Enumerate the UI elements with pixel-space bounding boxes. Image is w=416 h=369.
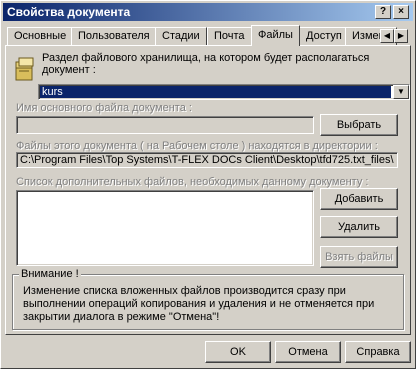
main-file-label: Имя основного файла документа : <box>16 102 192 114</box>
window-title: Свойства документа <box>7 5 131 19</box>
tab-access[interactable]: Доступ <box>299 27 349 45</box>
tab-mail[interactable]: Почта <box>207 27 252 45</box>
additional-files-label: Список дополнительных файлов, необходимы… <box>16 176 369 188</box>
tab-scroll-left-icon[interactable]: ◀ <box>380 29 394 43</box>
close-icon[interactable]: × <box>393 5 409 19</box>
add-file-button[interactable]: Добавить <box>320 188 398 210</box>
ok-button[interactable]: OK <box>205 341 271 363</box>
storage-selected-value: kurs <box>40 86 391 98</box>
folder-icon <box>15 57 34 81</box>
additional-files-list[interactable] <box>16 190 314 266</box>
tab-user[interactable]: Пользователя <box>71 27 157 45</box>
main-file-field <box>16 116 314 134</box>
tab-main[interactable]: Основные <box>7 27 74 45</box>
directory-path: C:\Program Files\Top Systems\T-FLEX DOCs… <box>20 154 394 166</box>
help-icon[interactable]: ? <box>375 5 391 19</box>
tab-stages[interactable]: Стадии <box>155 27 207 45</box>
browse-button[interactable]: Выбрать <box>320 114 398 136</box>
warning-text: Изменение списка вложенных файлов произв… <box>23 285 375 323</box>
cancel-button[interactable]: Отмена <box>275 341 341 363</box>
tab-strip: Основные Пользователя Стадии Почта Файлы… <box>5 25 409 46</box>
properties-dialog: Свойства документа ? × Основные Пользова… <box>0 0 416 369</box>
storage-select[interactable]: kurs ▼ <box>38 84 410 100</box>
storage-label: Раздел файлового хранилища, на котором б… <box>42 52 370 76</box>
tab-files[interactable]: Файлы <box>251 25 300 46</box>
take-files-button[interactable]: Взять файлы <box>320 246 398 268</box>
chevron-down-icon[interactable]: ▼ <box>393 85 409 99</box>
tab-scroll-right-icon[interactable]: ▶ <box>394 29 408 43</box>
title-bar[interactable]: Свойства документа ? × <box>3 3 413 21</box>
help-button[interactable]: Справка <box>345 341 411 363</box>
remove-file-button[interactable]: Удалить <box>320 216 398 238</box>
warning-title: Внимание ! <box>19 268 81 280</box>
directory-path-field: C:\Program Files\Top Systems\T-FLEX DOCs… <box>16 152 398 168</box>
files-panel: Раздел файлового хранилища, на котором б… <box>5 45 411 335</box>
warning-group: Внимание ! Изменение списка вложенных фа… <box>12 268 404 330</box>
directory-label: Файлы этого документа ( на Рабочем столе… <box>16 140 378 152</box>
